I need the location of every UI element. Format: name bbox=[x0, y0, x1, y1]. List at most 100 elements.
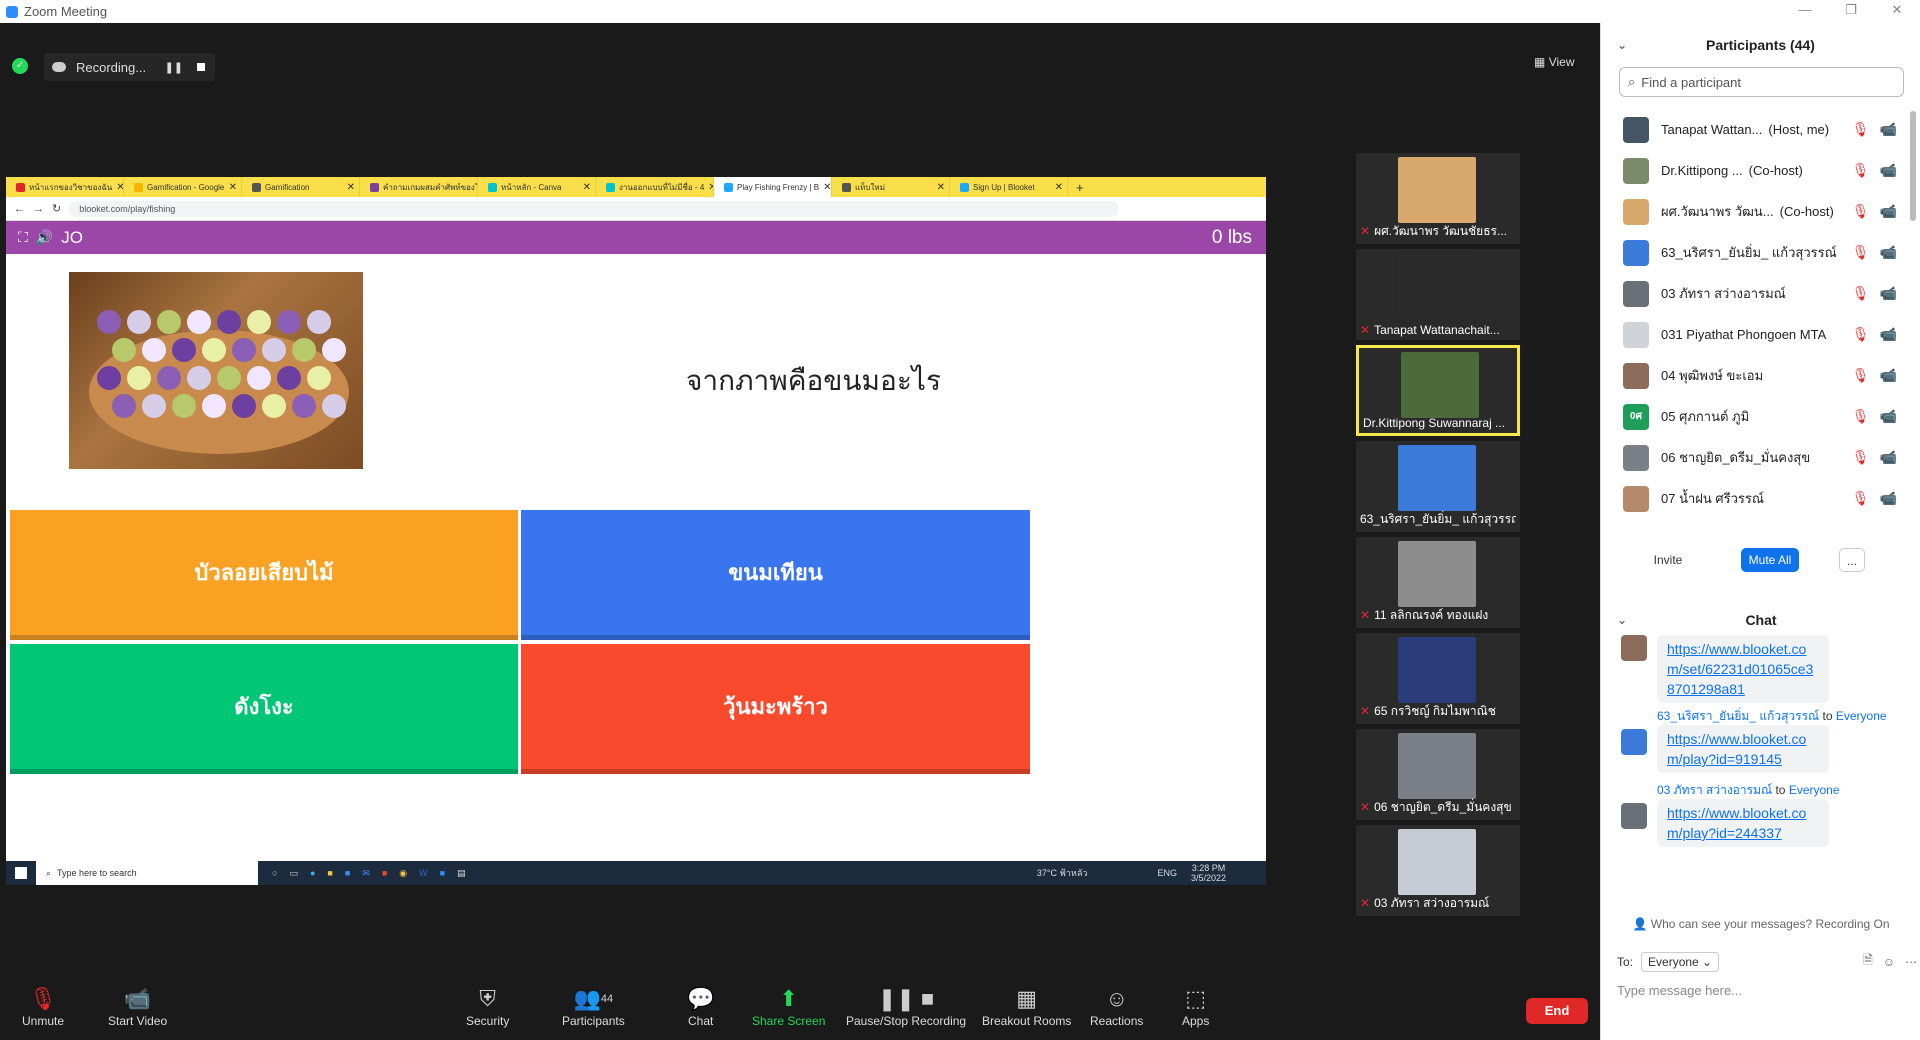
browser-tab[interactable]: Sign Up | Blooket ✕ bbox=[950, 177, 1068, 197]
browser-tab[interactable]: Gamification - Google ✕ bbox=[124, 177, 242, 197]
video-tile[interactable]: 63_นริศรา_ยันยิ่ม_ แก้วสุวรรณ์ bbox=[1356, 441, 1520, 532]
emoji-icon[interactable]: ☺ bbox=[1883, 955, 1895, 969]
pause-stop-recording-button[interactable]: ❚❚ ■ Pause/Stop Recording bbox=[846, 986, 966, 1028]
answer-option[interactable]: บัวลอยเสียบไม้ bbox=[10, 510, 518, 640]
mic-muted-icon[interactable]: 🎙 bbox=[1852, 121, 1870, 138]
close-icon[interactable]: ✕ bbox=[347, 182, 355, 193]
invite-button[interactable]: Invite bbox=[1647, 548, 1689, 572]
video-tile[interactable]: ✕ 06 ชาญยิต_ดรีม_มั่นคงสุข bbox=[1356, 729, 1520, 820]
mute-all-button[interactable]: Mute All bbox=[1741, 548, 1799, 572]
recipient-select[interactable]: Everyone ⌄ bbox=[1641, 951, 1720, 972]
close-icon[interactable]: ✕ bbox=[823, 182, 831, 193]
close-icon[interactable]: ✕ bbox=[937, 182, 945, 193]
close-icon[interactable]: ✕ bbox=[229, 182, 237, 193]
chat-visibility-note[interactable]: 👤 Who can see your messages? Recording O… bbox=[1601, 917, 1920, 931]
end-meeting-button[interactable]: End bbox=[1526, 998, 1588, 1024]
browser-tab[interactable]: งานออกแบบที่ไม่มีชื่อ - 4✕ bbox=[596, 177, 714, 197]
participant-scrollbar[interactable] bbox=[1910, 111, 1916, 221]
video-off-icon[interactable]: 📹 bbox=[1880, 244, 1897, 261]
close-icon[interactable]: ✕ bbox=[583, 182, 591, 193]
message-link[interactable]: https://www.blooket.com/play?id=919145 bbox=[1657, 725, 1829, 773]
participant-row[interactable]: 04 พุฒิพงษ์ ขะเอม 🎙 📹 bbox=[1601, 355, 1920, 396]
video-off-icon[interactable]: 📹 bbox=[1880, 490, 1897, 507]
video-tile[interactable]: ✕ Tanapat Wattanachait... bbox=[1356, 249, 1520, 340]
pause-recording-icon[interactable]: ❚❚ bbox=[165, 61, 183, 74]
mic-muted-icon[interactable]: 🎙 bbox=[1852, 326, 1870, 343]
answer-option[interactable]: วุ้นมะพร้าว bbox=[521, 644, 1030, 774]
participants-button[interactable]: 👥44 Participants bbox=[562, 986, 625, 1028]
video-off-icon[interactable]: 📹 bbox=[1880, 408, 1897, 425]
more-icon[interactable]: ⋯ bbox=[1905, 955, 1917, 969]
office-icon[interactable]: ■ bbox=[382, 868, 387, 879]
task-view-icon[interactable]: ▭ bbox=[289, 868, 298, 879]
participant-row[interactable]: Dr.Kittipong ... (Co-host) 🎙 📹 bbox=[1601, 150, 1920, 191]
new-tab-icon[interactable]: + bbox=[1076, 180, 1084, 195]
browser-tab[interactable]: Play Fishing Frenzy | B ✕ bbox=[714, 177, 832, 197]
stop-recording-icon[interactable] bbox=[197, 63, 205, 71]
video-tile[interactable]: ✕ ผศ.วัฒนาพร วัฒนชัยธร... bbox=[1356, 153, 1520, 244]
back-icon[interactable]: ← bbox=[14, 203, 25, 215]
mic-muted-icon[interactable]: 🎙 bbox=[1852, 490, 1870, 507]
fullscreen-icon[interactable]: ⛶ bbox=[18, 229, 28, 246]
message-link[interactable]: https://www.blooket.com/play?id=244337 bbox=[1657, 799, 1829, 847]
video-off-icon[interactable]: 📹 bbox=[1880, 367, 1897, 384]
participant-row[interactable]: 03 ภัทรา สว่างอารมณ์ 🎙 📹 bbox=[1601, 273, 1920, 314]
chat-input[interactable]: Type message here... bbox=[1617, 983, 1742, 998]
video-tile[interactable]: ✕ 11 ลลิกณรงค์ ทองแฝง bbox=[1356, 537, 1520, 628]
apps-button[interactable]: ⬚ Apps bbox=[1182, 986, 1209, 1028]
mic-muted-icon[interactable]: 🎙 bbox=[1852, 408, 1870, 425]
browser-tab[interactable]: แท็บใหม่ ✕ bbox=[832, 177, 950, 197]
security-button[interactable]: ⛨ Security bbox=[466, 986, 509, 1028]
close-icon[interactable]: ✕ bbox=[1055, 182, 1063, 193]
taskbar-search[interactable]: ⌕ Type here to search bbox=[36, 861, 258, 885]
message-link[interactable]: https://www.blooket.com/set/62231d01065c… bbox=[1657, 635, 1829, 703]
encryption-shield-icon[interactable]: ✓ bbox=[12, 58, 28, 74]
cortana-icon[interactable]: ○ bbox=[272, 868, 277, 879]
close-icon[interactable]: ✕ bbox=[116, 182, 123, 193]
find-participant-input[interactable]: ⌕ Find a participant bbox=[1619, 67, 1904, 97]
chat-button[interactable]: 💬 Chat bbox=[687, 986, 714, 1028]
participant-row[interactable]: ผศ.วัฒนาพร วัฒน... (Co-host) 🎙 📹 bbox=[1601, 191, 1920, 232]
video-off-icon[interactable]: 📹 bbox=[1880, 285, 1897, 302]
edge-icon[interactable]: ● bbox=[310, 868, 315, 879]
share-screen-button[interactable]: ⬆ Share Screen bbox=[752, 986, 825, 1028]
participant-row[interactable]: 63_นริศรา_ยันยิ่ม_ แก้วสุวรรณ์ 🎙 📹 bbox=[1601, 232, 1920, 273]
close-button[interactable]: ✕ bbox=[1874, 0, 1920, 23]
video-off-icon[interactable]: 📹 bbox=[1880, 203, 1897, 220]
minimize-button[interactable]: — bbox=[1782, 0, 1828, 23]
file-icon[interactable]: 🗎 bbox=[1863, 951, 1873, 972]
mic-muted-icon[interactable]: 🎙 bbox=[1852, 449, 1870, 466]
chrome-icon[interactable]: ◉ bbox=[399, 868, 407, 879]
forward-icon[interactable]: → bbox=[33, 203, 44, 215]
browser-tab[interactable]: คำถามเกมผสมคำศัพท์ของโคน✕ bbox=[360, 177, 478, 197]
video-off-icon[interactable]: 📹 bbox=[1880, 121, 1897, 138]
video-tile[interactable]: ✕ 03 ภัทรา สว่างอารมณ์ bbox=[1356, 825, 1520, 916]
reload-icon[interactable]: ↻ bbox=[52, 202, 61, 215]
browser-tab[interactable]: หน้าหลัก - Canva ✕ bbox=[478, 177, 596, 197]
mic-muted-icon[interactable]: 🎙 bbox=[1852, 162, 1870, 179]
more-button[interactable]: ... bbox=[1839, 548, 1865, 572]
mic-muted-icon[interactable]: 🎙 bbox=[1852, 285, 1870, 302]
answer-option[interactable]: ดังโงะ bbox=[10, 644, 518, 774]
view-button[interactable]: ▦ View bbox=[1534, 55, 1574, 69]
url-field[interactable]: blooket.com/play/fishing bbox=[69, 200, 1120, 217]
answer-option[interactable]: ขนมเทียน bbox=[521, 510, 1030, 640]
mail-icon[interactable]: ✉ bbox=[362, 868, 370, 879]
zoom-taskbar-icon[interactable]: ■ bbox=[440, 868, 445, 879]
breakout-rooms-button[interactable]: ▦ Breakout Rooms bbox=[982, 986, 1071, 1028]
windows-start-icon[interactable] bbox=[15, 867, 27, 879]
video-off-icon[interactable]: 📹 bbox=[1880, 326, 1897, 343]
video-off-icon[interactable]: 📹 bbox=[1880, 162, 1897, 179]
sound-icon[interactable]: 🔊 bbox=[36, 229, 53, 246]
video-tile[interactable]: Dr.Kittipong Suwannaraj ... bbox=[1356, 345, 1520, 436]
participant-row[interactable]: Tanapat Wattan... (Host, me) 🎙 📹 bbox=[1601, 109, 1920, 150]
mic-muted-icon[interactable]: 🎙 bbox=[1852, 244, 1870, 261]
participant-row[interactable]: 0ศ 05 ศุภกานต์ ภูมิ 🎙 📹 bbox=[1601, 396, 1920, 437]
start-video-button[interactable]: 📹 Start Video bbox=[108, 986, 167, 1028]
mic-muted-icon[interactable]: 🎙 bbox=[1852, 203, 1870, 220]
restore-button[interactable]: ❐ bbox=[1828, 0, 1874, 23]
browser-tab[interactable]: หน้าแรกของวิชาของฉัน ✕ bbox=[6, 177, 124, 197]
unmute-button[interactable]: 🎙 Unmute bbox=[22, 986, 64, 1028]
store-icon[interactable]: ■ bbox=[345, 868, 350, 879]
video-tile[interactable]: ✕ 65 กรวิชญ์ กิมไมพาณิช bbox=[1356, 633, 1520, 724]
